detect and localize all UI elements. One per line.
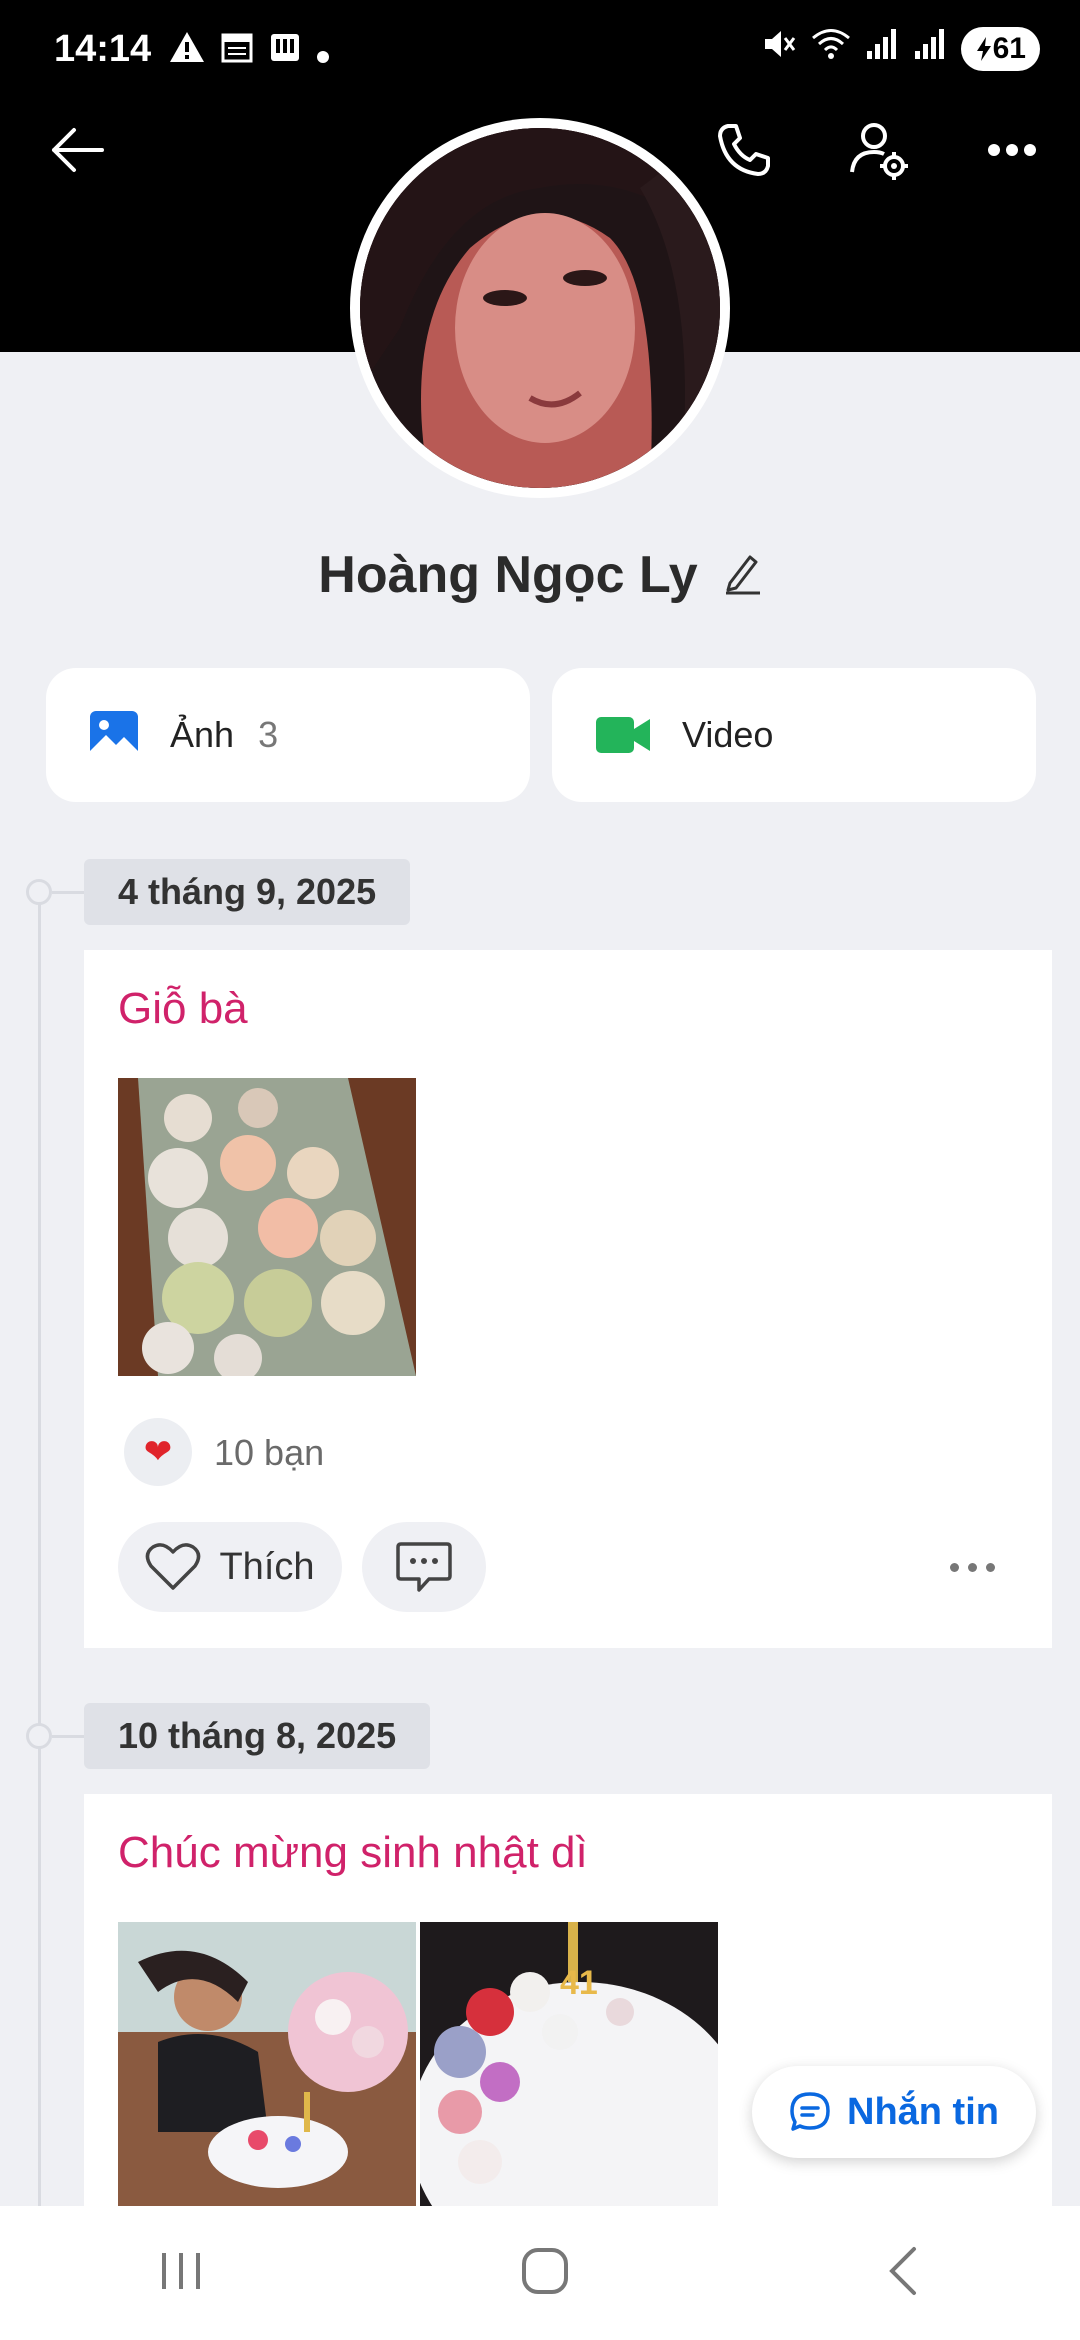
- cake-number: 41: [560, 1964, 598, 2002]
- post-photo[interactable]: 41: [420, 1922, 718, 2214]
- home-button[interactable]: [519, 2245, 571, 2302]
- image-icon: [90, 711, 138, 759]
- post-photo[interactable]: [118, 1922, 416, 2214]
- photos-count: 3: [258, 714, 279, 755]
- timeline-dot: [26, 879, 52, 905]
- profile-settings-button[interactable]: [840, 112, 916, 188]
- system-back-button[interactable]: [884, 2245, 924, 2302]
- timeline-post[interactable]: Giỗ bà ❤ 10 bạn Thích: [84, 950, 1052, 1648]
- timeline-connector: [52, 891, 84, 894]
- message-button[interactable]: Nhắn tin: [752, 2066, 1036, 2158]
- user-settings-icon: [850, 123, 908, 180]
- videos-label: Video: [682, 714, 774, 755]
- comment-button[interactable]: [362, 1522, 486, 1612]
- photos-card[interactable]: Ảnh 3: [46, 668, 530, 802]
- heart-reaction-icon[interactable]: ❤: [124, 1418, 192, 1486]
- battery-level: 61: [992, 32, 1026, 65]
- signal-icon: [865, 27, 899, 71]
- signal-icon: [913, 27, 947, 71]
- dot-icon: [316, 31, 330, 74]
- more-horizontal-icon: [988, 144, 1036, 156]
- post-more-button[interactable]: [950, 1563, 995, 1572]
- pencil-icon: [725, 555, 760, 594]
- photos-label: Ảnh: [170, 714, 235, 755]
- system-navigation-bar: [0, 2206, 1080, 2340]
- chat-icon: [790, 2092, 830, 2131]
- mute-icon: [761, 26, 797, 72]
- videos-card[interactable]: Video: [552, 668, 1036, 802]
- like-button[interactable]: Thích: [118, 1522, 342, 1612]
- status-bar: 14:14 61: [0, 0, 1080, 100]
- video-camera-icon: [596, 717, 650, 753]
- arrow-left-icon: [52, 128, 104, 172]
- profile-name: Hoàng Ngọc Ly: [318, 546, 698, 604]
- status-time: 14:14: [54, 28, 152, 70]
- battery-indicator: 61: [960, 27, 1040, 71]
- post-title: Giỗ bà: [118, 984, 248, 1033]
- comment-icon: [396, 1542, 452, 1592]
- date-chip: 4 tháng 9, 2025: [84, 859, 411, 925]
- profile-name-row: Hoàng Ngọc Ly: [0, 545, 1080, 605]
- edit-name-button[interactable]: [722, 551, 762, 600]
- phone-icon: [718, 124, 770, 176]
- avatar[interactable]: [350, 118, 730, 498]
- call-button[interactable]: [706, 112, 782, 188]
- recent-apps-button[interactable]: [156, 2249, 206, 2298]
- post-photo[interactable]: [118, 1078, 416, 1376]
- heart-outline-icon: [146, 1543, 201, 1590]
- home-icon: [521, 2247, 568, 2294]
- timeline-dot: [26, 1723, 52, 1749]
- reaction-count[interactable]: 10 bạn: [214, 1432, 324, 1474]
- date-chip: 10 tháng 8, 2025: [84, 1703, 431, 1769]
- avatar-photo: [360, 128, 720, 488]
- timeline-connector: [52, 1735, 84, 1738]
- charging-icon: [976, 37, 991, 61]
- recent-apps-icon: [162, 2252, 201, 2289]
- post-title: Chúc mừng sinh nhật dì: [118, 1828, 588, 1877]
- warning-icon: [168, 30, 206, 74]
- message-button-label: Nhắn tin: [847, 2090, 999, 2133]
- store-icon: [268, 30, 302, 74]
- chevron-left-icon: [888, 2246, 916, 2295]
- calendar-icon: [220, 30, 254, 74]
- like-label: Thích: [219, 1545, 315, 1588]
- timeline-line: [38, 890, 41, 2210]
- more-options-button[interactable]: [974, 112, 1050, 188]
- wifi-icon: [811, 27, 851, 71]
- back-button[interactable]: [40, 112, 116, 188]
